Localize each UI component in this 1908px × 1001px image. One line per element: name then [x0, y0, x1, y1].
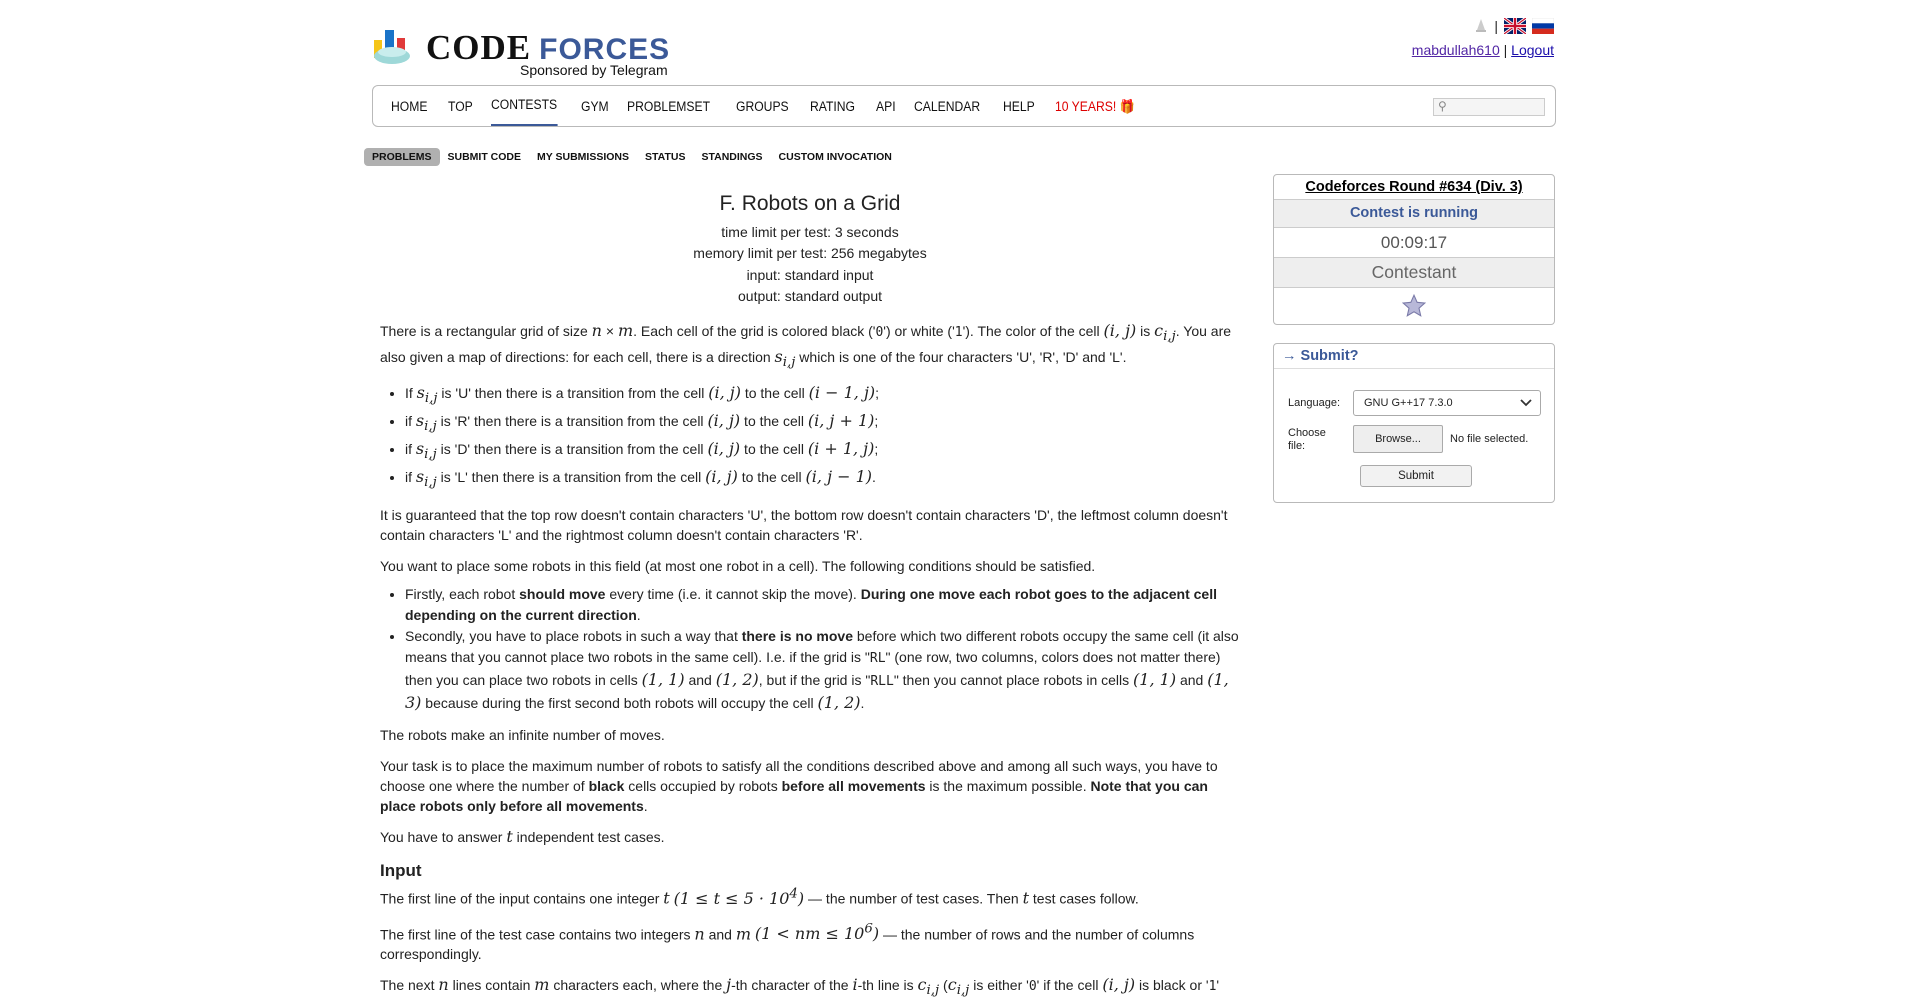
- nav-help[interactable]: HELP: [1003, 86, 1035, 128]
- subnav-problems[interactable]: PROBLEMS: [364, 148, 440, 166]
- username-link[interactable]: mabdullah610: [1412, 42, 1500, 58]
- output-spec: output: standard output: [738, 287, 882, 304]
- nav-contests[interactable]: CONTESTS: [491, 86, 558, 126]
- submit-box: → Submit? Language: GNU G++17 7.3.0 Choo…: [1273, 343, 1555, 503]
- nav-calendar[interactable]: CALENDAR: [914, 86, 980, 128]
- star-icon: [1401, 293, 1427, 317]
- choose-file-label-line1: Choose: [1288, 427, 1326, 439]
- statement-paragraph: You have to answer t independent test ca…: [380, 827, 665, 847]
- language-select[interactable]: GNU G++17 7.3.0: [1353, 390, 1541, 416]
- nav-groups[interactable]: GROUPS: [736, 86, 789, 128]
- contest-subnav: PROBLEMS SUBMIT CODE MY SUBMISSIONS STAT…: [364, 148, 900, 166]
- contest-info-box: Codeforces Round #634 (Div. 3) Contest i…: [1273, 174, 1555, 325]
- statement-paragraph: Your task is to place the maximum number…: [380, 758, 1218, 815]
- time-limit: time limit per test: 3 seconds: [721, 224, 899, 240]
- memory-limit: memory limit per test: 256 megabytes: [693, 245, 927, 262]
- favourite-star[interactable]: [1274, 287, 1554, 324]
- search-icon: ⚲: [1438, 99, 1447, 113]
- input-paragraph: The first line of the input contains one…: [380, 886, 1139, 908]
- input-heading: Input: [380, 861, 422, 881]
- codeforces-logo[interactable]: CODE FORCES Sponsored by Telegram: [372, 24, 672, 78]
- user-separator: |: [1503, 42, 1508, 58]
- list-item: If si,j is 'U' then there is a transitio…: [405, 382, 1240, 410]
- nav-rating[interactable]: RATING: [810, 86, 855, 128]
- browse-file-button[interactable]: Browse...: [1353, 425, 1443, 453]
- header-user-area: | mabdullah610 | Logout: [1412, 16, 1554, 58]
- chevron-down-icon: [1520, 391, 1532, 424]
- header-separator: |: [1494, 18, 1498, 34]
- input-paragraph: The next n lines contain m characters ea…: [380, 974, 1220, 999]
- list-item: if si,j is 'R' then there is a transitio…: [405, 410, 1240, 438]
- bell-icon[interactable]: [1474, 18, 1488, 34]
- user-links: mabdullah610 | Logout: [1412, 42, 1554, 58]
- nav-10-years[interactable]: 10 YEARS! 🎁: [1055, 86, 1135, 128]
- submit-header[interactable]: → Submit?: [1274, 344, 1554, 369]
- codeforces-page: CODE FORCES Sponsored by Telegram | mabdu…: [0, 0, 1908, 998]
- conditions-list: Firstly, each robot should move every ti…: [380, 584, 1240, 714]
- subnav-standings[interactable]: STANDINGS: [693, 148, 770, 166]
- statement-paragraph: There is a rectangular grid of size n × …: [380, 321, 1232, 371]
- input-paragraph: The first line of the test case contains…: [380, 921, 1195, 962]
- contest-status: Contest is running: [1274, 199, 1554, 227]
- list-item: Secondly, you have to place robots in su…: [405, 626, 1240, 714]
- direction-rules-list: If si,j is 'U' then there is a transitio…: [380, 382, 1240, 495]
- russian-flag-icon[interactable]: [1532, 18, 1554, 34]
- nav-api[interactable]: API: [876, 86, 896, 128]
- language-label: Language:: [1288, 397, 1340, 409]
- list-item: Firstly, each robot should move every ti…: [405, 584, 1240, 626]
- language-select-value: GNU G++17 7.3.0: [1364, 397, 1453, 409]
- statement-paragraph: The robots make an infinite number of mo…: [380, 727, 665, 744]
- list-item: if si,j is 'D' then there is a transitio…: [405, 438, 1240, 466]
- main-menu: HOME TOP CONTESTS GYM PROBLEMSET GROUPS …: [372, 85, 1556, 127]
- header-icons: |: [1412, 16, 1554, 36]
- problem-statement: F. Robots on a Grid time limit per test:…: [380, 190, 1240, 1001]
- logout-link[interactable]: Logout: [1511, 42, 1554, 58]
- subnav-status[interactable]: STATUS: [637, 148, 693, 166]
- nav-home[interactable]: HOME: [391, 86, 427, 128]
- choose-file-label-line2: file:: [1288, 440, 1306, 452]
- sponsor-text: Sponsored by Telegram: [520, 62, 668, 78]
- contest-title-link[interactable]: Codeforces Round #634 (Div. 3): [1274, 175, 1554, 199]
- input-spec: input: standard input: [746, 266, 874, 283]
- logo-blocks-icon: [374, 30, 410, 64]
- nav-gym[interactable]: GYM: [581, 86, 609, 128]
- english-flag-icon[interactable]: [1504, 18, 1526, 34]
- statement-paragraph: You want to place some robots in this fi…: [380, 558, 1096, 575]
- no-file-status: No file selected.: [1450, 433, 1529, 445]
- submit-button[interactable]: Submit: [1360, 465, 1472, 487]
- nav-top[interactable]: TOP: [448, 86, 473, 128]
- statement-paragraph: It is guaranteed that the top row doesn'…: [380, 507, 1228, 544]
- contest-timer: 00:09:17: [1274, 227, 1554, 257]
- problem-title: F. Robots on a Grid: [719, 192, 901, 215]
- list-item: if si,j is 'L' then there is a transitio…: [405, 466, 1240, 494]
- participant-role: Contestant: [1274, 257, 1554, 287]
- subnav-custom-invocation[interactable]: CUSTOM INVOCATION: [771, 148, 900, 166]
- subnav-submit-code[interactable]: SUBMIT CODE: [440, 148, 530, 166]
- search-input[interactable]: ⚲: [1433, 98, 1545, 116]
- nav-problemset[interactable]: PROBLEMSET: [627, 86, 710, 128]
- subnav-my-submissions[interactable]: MY SUBMISSIONS: [529, 148, 637, 166]
